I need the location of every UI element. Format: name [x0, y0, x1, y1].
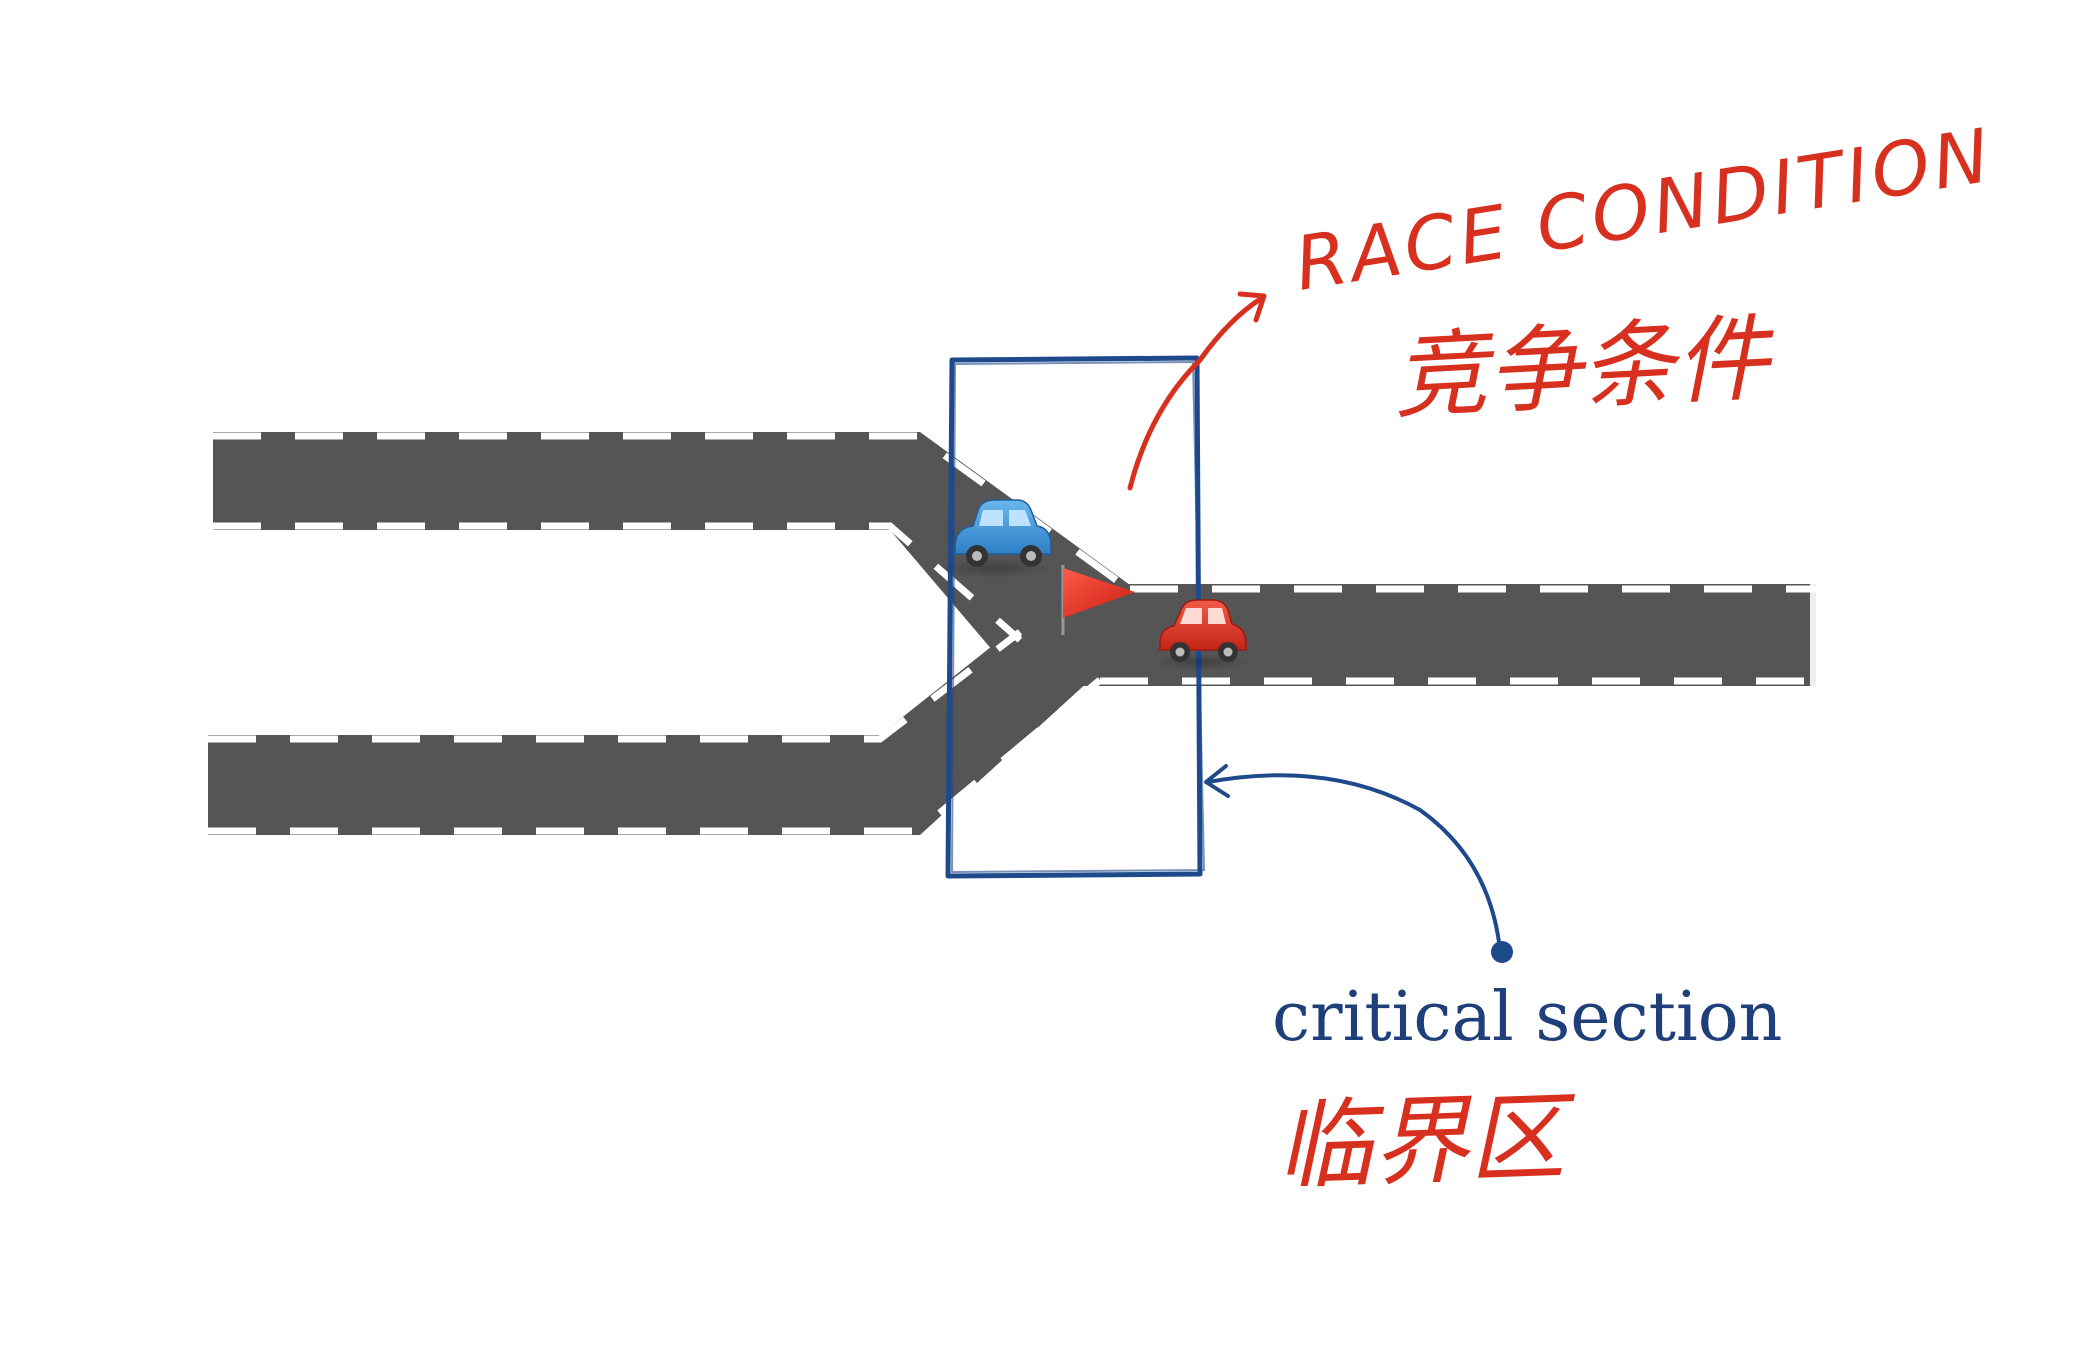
- race-condition-label: RACE CONDITION: [1289, 113, 1998, 308]
- race-condition-english: RACE CONDITION: [1289, 113, 1998, 308]
- critical-section-arrow: [1204, 764, 1513, 963]
- critical-section-zh-label: 临界区: [1275, 1081, 1579, 1203]
- critical-section-chinese: 临界区: [1275, 1081, 1579, 1203]
- race-condition-chinese: 竞争条件: [1390, 304, 1778, 433]
- road-network: [208, 432, 1816, 835]
- race-condition-diagram: RACE CONDITION 竞争条件 critical section 临界区: [208, 113, 1999, 1203]
- lower-road: [208, 600, 1150, 835]
- diagram-canvas: RACE CONDITION 竞争条件 critical section 临界区: [0, 0, 2088, 1366]
- critical-section-english: critical section: [1272, 978, 1782, 1057]
- race-condition-zh-label: 竞争条件: [1390, 304, 1778, 433]
